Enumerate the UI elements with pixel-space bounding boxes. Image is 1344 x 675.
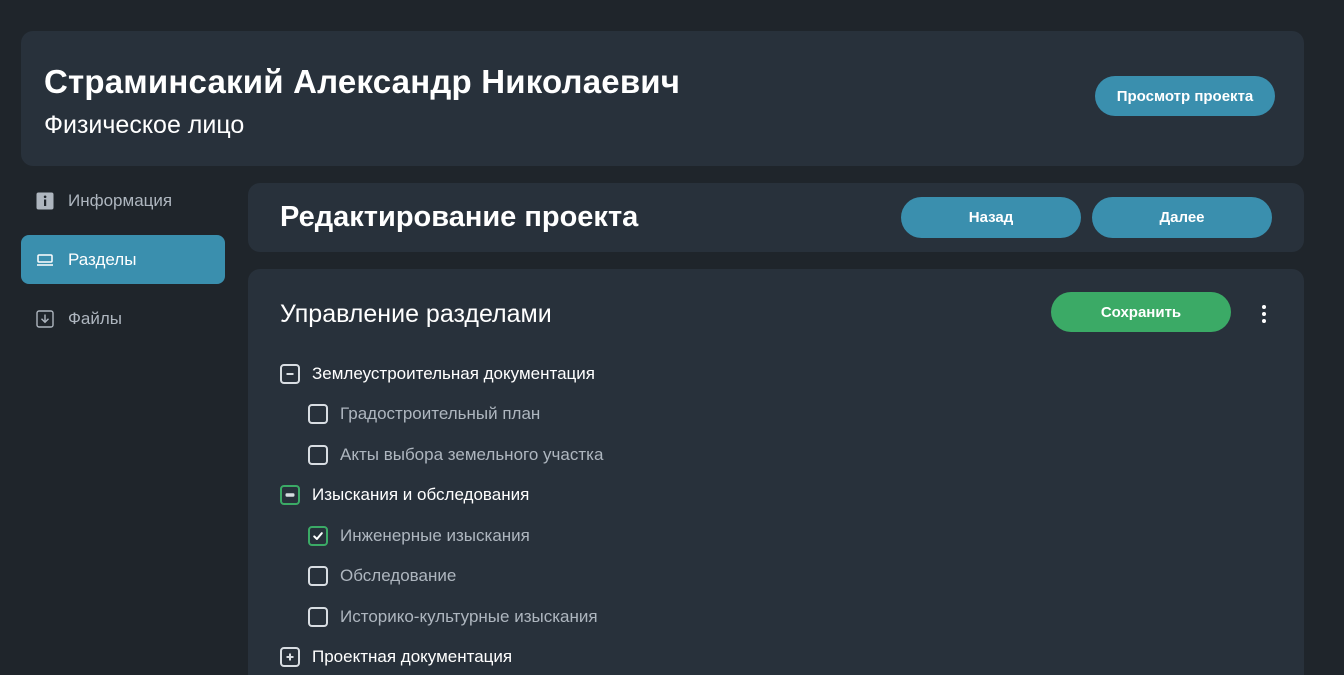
page-title: Редактирование проекта — [280, 201, 639, 233]
more-vertical-icon[interactable] — [1254, 302, 1274, 326]
tree-group: Землеустроительная документация — [280, 362, 595, 386]
item-label: Историко-культурные изыскания — [340, 607, 598, 626]
download-file-icon — [36, 309, 54, 328]
client-type: Физическое лицо — [44, 111, 245, 139]
expand-toggle[interactable] — [280, 647, 300, 667]
sidebar-item-label: Информация — [68, 190, 173, 210]
sections-title: Управление разделами — [280, 300, 552, 328]
sections-panel: Управление разделами Сохранить Землеустр… — [248, 269, 1304, 675]
group-label: Изыскания и обследования — [312, 485, 530, 504]
sidebar-item-sections[interactable]: Разделы — [21, 235, 225, 284]
group-label: Проектная документация — [312, 647, 513, 666]
tree-group: Проектная документация — [280, 645, 512, 669]
info-icon — [36, 192, 54, 210]
tree-group: Изыскания и обследования — [280, 483, 529, 507]
back-button[interactable]: Назад — [901, 197, 1081, 238]
checkbox[interactable] — [308, 404, 328, 424]
partial-collapse-toggle[interactable] — [280, 485, 300, 505]
sidebar-item-label: Разделы — [68, 249, 137, 269]
next-button[interactable]: Далее — [1092, 197, 1272, 238]
item-label: Градостроительный план — [340, 404, 541, 423]
tree-item: Акты выбора земельного участка — [308, 443, 603, 467]
sidebar-item-label: Файлы — [68, 308, 123, 328]
item-label: Обследование — [340, 566, 457, 585]
client-name: Страминсакий Александр Николаевич — [44, 63, 681, 100]
view-project-button[interactable]: Просмотр проекта — [1095, 76, 1275, 116]
sections-icon — [36, 251, 54, 269]
checkbox[interactable] — [308, 445, 328, 465]
checkbox-checked[interactable] — [308, 526, 328, 546]
client-header: Страминсакий Александр Николаевич Физиче… — [21, 31, 1304, 166]
tree-item: Инженерные изыскания — [308, 524, 530, 548]
tree-item: Обследование — [308, 564, 456, 588]
tree-item: Градостроительный план — [308, 402, 540, 426]
checkbox[interactable] — [308, 607, 328, 627]
sidebar-item-info[interactable]: Информация — [21, 176, 225, 225]
tree-item: Историко-культурные изыскания — [308, 605, 598, 629]
item-label: Акты выбора земельного участка — [340, 445, 604, 464]
collapse-toggle[interactable] — [280, 364, 300, 384]
group-label: Землеустроительная документация — [312, 364, 595, 383]
item-label: Инженерные изыскания — [340, 526, 530, 545]
sidebar-item-files[interactable]: Файлы — [21, 294, 225, 343]
save-button[interactable]: Сохранить — [1051, 292, 1231, 332]
checkbox[interactable] — [308, 566, 328, 586]
sidebar: Информация Разделы Файлы — [21, 176, 225, 353]
edit-project-bar: Редактирование проекта Назад Далее — [248, 183, 1304, 252]
